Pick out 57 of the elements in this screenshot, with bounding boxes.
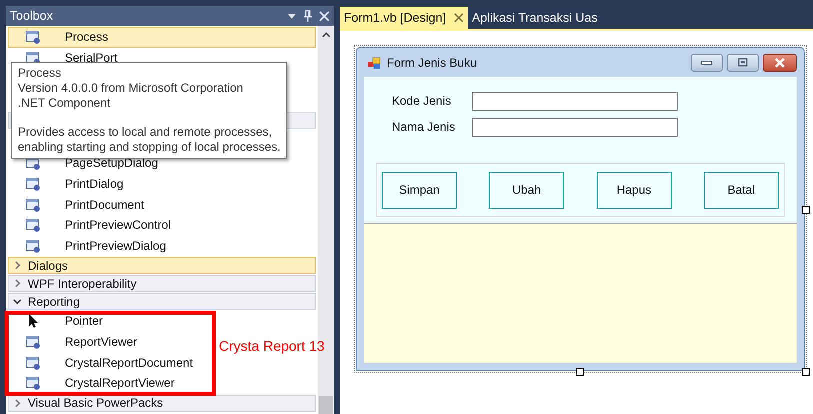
close-button[interactable]	[763, 54, 797, 72]
component-icon	[25, 196, 41, 213]
toolbox-item[interactable]: CrystalReportViewer	[8, 372, 180, 394]
form-window[interactable]: Form Jenis Buku Kode Jenis Nama Jenis Simpan Ubah Hapus Batal	[356, 47, 805, 371]
document-tab[interactable]: Form1.vb [Design]	[340, 7, 468, 29]
form-button[interactable]: Simpan	[382, 172, 457, 208]
resize-handle[interactable]	[802, 206, 810, 214]
chevron-down-icon	[13, 297, 22, 306]
form-button[interactable]: Hapus	[596, 172, 672, 208]
category-header[interactable]: WPF Interoperability	[8, 275, 316, 292]
close-icon[interactable]	[454, 13, 464, 23]
close-icon	[774, 58, 786, 68]
resize-handle[interactable]	[802, 368, 810, 376]
resize-handle[interactable]	[576, 368, 584, 376]
scroll-up-icon[interactable]	[322, 32, 331, 38]
component-icon	[25, 334, 41, 350]
form-button[interactable]: Ubah	[489, 172, 564, 208]
scroll-thumb[interactable]	[319, 396, 333, 414]
maximize-icon	[738, 58, 748, 67]
component-icon	[25, 238, 41, 254]
component-icon	[25, 354, 41, 371]
toolbox-item[interactable]: PrintDocument	[8, 194, 316, 215]
form-icon	[367, 54, 383, 70]
form-button[interactable]: Batal	[704, 172, 779, 208]
document-tab[interactable]: Aplikasi Transaksi Uas	[468, 7, 602, 29]
tooltip-text: Version 4.0.0.0 from Microsoft Corporation	[18, 80, 244, 96]
tooltip-title: Process	[18, 66, 62, 81]
toolbox-item[interactable]: ReportViewer	[8, 332, 142, 352]
toolbox-item[interactable]: PrintDialog	[8, 174, 316, 194]
form-title: Form Jenis Buku	[387, 56, 478, 70]
annotation-text: Crysta Report 13	[219, 338, 325, 354]
tooltip-text: enabling starting and stopping of local processes.	[18, 140, 280, 155]
text-field[interactable]	[472, 92, 678, 110]
component-icon	[25, 29, 41, 46]
panel-title: Toolbox	[10, 9, 54, 23]
toolbox-item[interactable]: PrintPreviewDialog	[8, 236, 316, 256]
field-label: Kode Jenis	[391, 94, 452, 108]
text-field[interactable]	[472, 118, 678, 136]
toolbox-item[interactable]: PrintPreviewControl	[8, 214, 316, 236]
dropdown-icon[interactable]	[287, 11, 297, 21]
component-icon	[25, 217, 41, 234]
category-header[interactable]: Visual Basic PowerPacks	[8, 394, 316, 412]
toolbox-item[interactable]: CrystalReportDocument	[8, 352, 198, 373]
minimize-icon	[701, 60, 713, 66]
pin-icon[interactable]	[303, 10, 313, 22]
component-icon	[25, 375, 41, 392]
minimize-button[interactable]	[691, 54, 723, 72]
toolbox-item[interactable]: Pointer	[8, 311, 108, 332]
tooltip-text: .NET Component	[18, 96, 112, 110]
toolbox-item[interactable]: Process	[8, 27, 316, 48]
chevron-right-icon	[13, 398, 22, 408]
category-header[interactable]: Dialogs	[8, 257, 316, 274]
category-header[interactable]: Reporting	[8, 293, 316, 310]
field-label: Nama Jenis	[391, 120, 456, 134]
maximize-button[interactable]	[727, 54, 759, 72]
component-icon	[25, 176, 41, 192]
tooltip-text: Provides access to local and remote processes,	[18, 125, 274, 140]
